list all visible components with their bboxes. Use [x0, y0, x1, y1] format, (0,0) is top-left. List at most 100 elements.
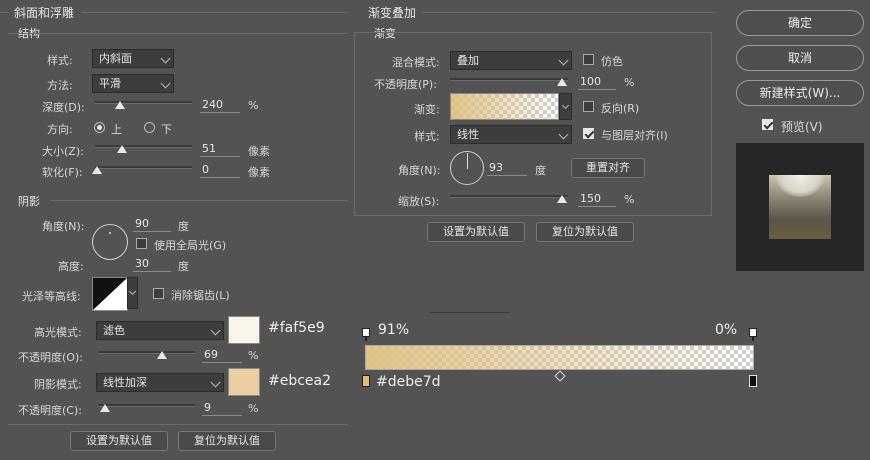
style-label: 样式:: [47, 54, 73, 67]
depth-unit: %: [248, 99, 259, 112]
color-stop-left[interactable]: [362, 375, 370, 387]
preview-checkbox[interactable]: [762, 119, 773, 130]
highlight-opacity-slider[interactable]: [98, 351, 195, 354]
cancel-button[interactable]: 取消: [736, 45, 864, 71]
gloss-contour-thumb[interactable]: [92, 277, 128, 311]
global-light-checkbox[interactable]: [136, 238, 147, 249]
highlight-mode-select[interactable]: 滤色: [96, 321, 224, 340]
shadow-opacity-unit: %: [248, 402, 259, 415]
highlight-mode-label: 高光模式:: [34, 326, 82, 339]
direction-up-label: 上: [111, 123, 122, 136]
soften-input[interactable]: 0: [200, 162, 240, 178]
depth-label: 深度(D):: [42, 101, 85, 114]
blend-mode-label: 混合模式:: [392, 56, 440, 69]
highlight-opacity-label: 不透明度(O):: [18, 351, 83, 364]
shadow-opacity-thumb[interactable]: [100, 404, 110, 412]
chevron-down-icon: [558, 129, 569, 140]
shadow-opacity-input[interactable]: 9: [202, 400, 242, 416]
dither-label: 仿色: [601, 55, 623, 68]
bevel-title: 斜面和浮雕: [14, 6, 75, 20]
shadow-color-swatch[interactable]: [228, 368, 260, 396]
soften-unit: 像素: [248, 166, 270, 179]
technique-label: 方法:: [47, 79, 73, 92]
reverse-label: 反向(R): [601, 102, 640, 115]
overlay-opacity-label: 不透明度(P):: [374, 78, 437, 91]
overlay-angle-unit: 度: [535, 164, 546, 177]
overlay-opacity-slider[interactable]: [450, 78, 568, 81]
scale-slider-thumb[interactable]: [557, 195, 567, 203]
preview-swatch: [769, 175, 831, 239]
left-set-default-button[interactable]: 设置为默认值: [70, 431, 168, 451]
chevron-down-icon: [210, 377, 221, 388]
antialias-checkbox[interactable]: [153, 288, 164, 299]
shading-angle-input[interactable]: 90: [133, 216, 171, 232]
shadow-mode-select[interactable]: 线性加深: [96, 373, 224, 392]
soften-slider[interactable]: [95, 166, 192, 169]
reset-alignment-button[interactable]: 重置对齐: [571, 158, 645, 178]
highlight-opacity-input[interactable]: 69: [202, 347, 242, 363]
new-style-button[interactable]: 新建样式(W)...: [736, 80, 864, 106]
depth-input[interactable]: 240: [200, 97, 240, 113]
gradient-label: 渐变:: [414, 103, 440, 116]
size-slider-thumb[interactable]: [117, 145, 127, 153]
chevron-down-icon: [210, 325, 221, 336]
shading-section: 阴影: [18, 195, 40, 208]
shadow-opacity-slider[interactable]: [98, 404, 195, 407]
direction-up-radio[interactable]: [94, 122, 105, 133]
altitude-unit: 度: [178, 260, 189, 273]
shadow-hex: #ebcea2: [268, 373, 332, 389]
antialias-label: 消除锯齿(L): [171, 289, 230, 302]
chevron-down-icon: [561, 101, 570, 110]
highlight-color-swatch[interactable]: [228, 316, 260, 344]
altitude-input[interactable]: 30: [133, 256, 171, 272]
highlight-hex: #faf5e9: [268, 320, 325, 336]
depth-slider-thumb[interactable]: [115, 101, 125, 109]
overlay-angle-input[interactable]: 93: [487, 160, 527, 176]
align-layer-label: 与图层对齐(I): [601, 129, 668, 142]
soften-slider-thumb[interactable]: [92, 166, 102, 174]
gradient-preview[interactable]: [450, 93, 559, 120]
blend-mode-select[interactable]: 叠加: [450, 51, 572, 70]
overlay-title: 渐变叠加: [368, 6, 417, 20]
gloss-contour-dropdown[interactable]: [127, 277, 138, 309]
overlay-opacity-thumb[interactable]: [557, 78, 567, 86]
size-input[interactable]: 51: [200, 141, 240, 157]
overlay-opacity-unit: %: [624, 76, 635, 89]
overlay-angle-label: 角度(N):: [398, 164, 441, 177]
scale-input[interactable]: 150: [578, 191, 616, 207]
overlay-set-default-button[interactable]: 设置为默认值: [427, 222, 525, 242]
highlight-opacity-thumb[interactable]: [157, 351, 167, 359]
gloss-contour-label: 光泽等高线:: [22, 290, 81, 303]
opacity-stop-left[interactable]: [362, 328, 370, 337]
color-stop-hex: #debe7d: [376, 374, 441, 390]
shadow-opacity-label: 不透明度(C):: [18, 404, 82, 417]
chevron-down-icon: [558, 55, 569, 66]
size-unit: 像素: [248, 145, 270, 158]
direction-label: 方向:: [47, 123, 73, 136]
opacity-stop-right[interactable]: [749, 328, 757, 337]
scale-slider[interactable]: [450, 195, 568, 198]
size-slider[interactable]: [95, 145, 192, 148]
shading-angle-dial[interactable]: [92, 224, 128, 260]
style-preview: [736, 143, 864, 271]
overlay-style-select[interactable]: 线性: [450, 125, 572, 144]
ok-button[interactable]: 确定: [736, 10, 864, 36]
direction-down-radio[interactable]: [144, 122, 155, 133]
dither-checkbox[interactable]: [583, 54, 594, 65]
chevron-down-icon: [160, 78, 171, 89]
gradient-dropdown[interactable]: [559, 93, 572, 120]
overlay-reset-default-button[interactable]: 复位为默认值: [536, 222, 634, 242]
bevel-style-select[interactable]: 内斜面: [92, 49, 174, 68]
overlay-opacity-input[interactable]: 100: [578, 74, 616, 90]
align-layer-checkbox[interactable]: [583, 128, 594, 139]
color-stop-right[interactable]: [749, 375, 757, 387]
technique-select[interactable]: 平滑: [92, 74, 174, 93]
reverse-checkbox[interactable]: [583, 101, 594, 112]
overlay-angle-dial[interactable]: [450, 151, 484, 185]
depth-slider[interactable]: [95, 101, 192, 104]
soften-label: 软化(F):: [42, 166, 83, 179]
left-reset-default-button[interactable]: 复位为默认值: [178, 431, 276, 451]
altitude-label: 高度:: [58, 260, 84, 273]
left-opacity-stop-value: 91%: [378, 322, 410, 338]
gradient-editor-bar[interactable]: [365, 345, 754, 370]
